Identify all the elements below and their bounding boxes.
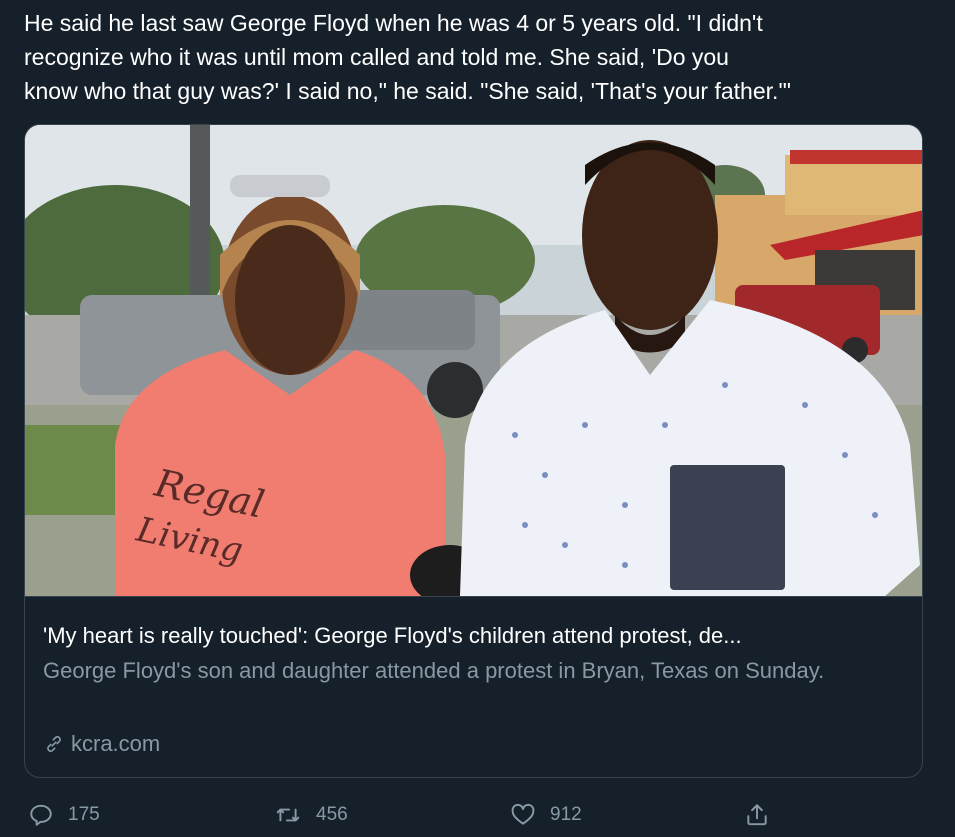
tweet-actions: 175 456 912 [24,795,924,835]
card-description: George Floyd's son and daughter attended… [43,658,825,683]
retweet-icon [276,808,300,822]
tweet-text-line: recognize who it was until mom called an… [24,44,729,70]
like-icon [511,803,535,825]
card-image[interactable]: Regal Living [25,125,922,596]
reply-button[interactable]: 175 [28,795,100,835]
like-button[interactable]: 912 [510,795,582,835]
card-title[interactable]: 'My heart is really touched': George Flo… [43,621,913,651]
link-icon [47,736,61,752]
tweet-text-line: He said he last saw George Floyd when he… [24,10,763,36]
tweet-text: He said he last saw George Floyd when he… [24,6,939,108]
share-button[interactable] [744,795,770,835]
reply-count: 175 [68,804,100,825]
news-photo: Regal Living [25,125,922,596]
card-domain-text: kcra.com [71,731,161,756]
tweet-text-line: know who that guy was?' I said no," he s… [24,78,791,104]
share-icon [747,804,767,826]
link-preview-card[interactable]: Regal Living 'My heart is really touched… [24,124,923,778]
retweet-button[interactable]: 456 [274,795,348,835]
card-meta[interactable]: 'My heart is really touched': George Flo… [25,596,922,777]
reply-icon [30,804,52,826]
like-count: 912 [550,804,582,825]
card-domain[interactable]: kcra.com [43,729,160,759]
retweet-count: 456 [316,804,348,825]
